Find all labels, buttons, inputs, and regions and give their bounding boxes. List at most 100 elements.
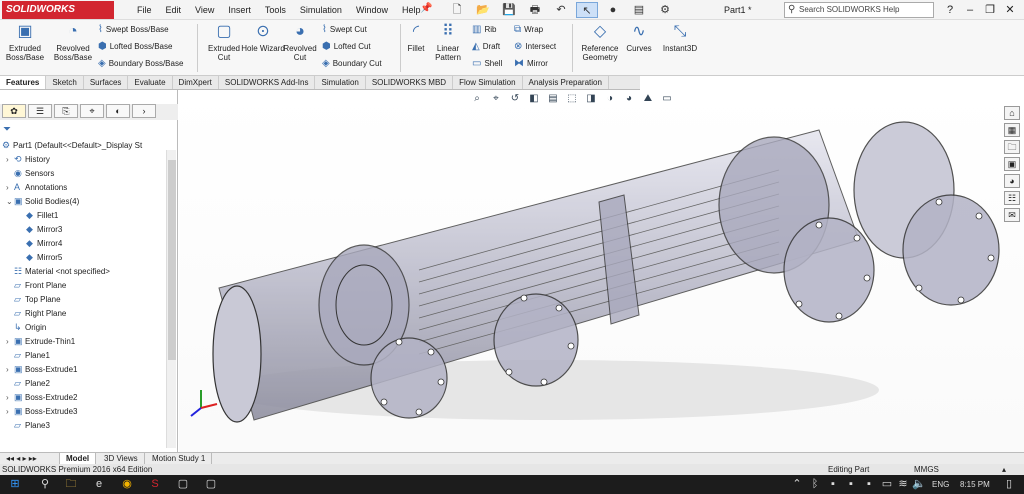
tab-addins[interactable]: SOLIDWORKS Add-Ins (219, 76, 316, 89)
tab-simulation[interactable]: Simulation (315, 76, 366, 89)
lofted-cut-button[interactable]: ⬢ Lofted Cut (322, 40, 371, 54)
menu-window[interactable]: Window (349, 0, 395, 20)
tab-3d-views[interactable]: 3D Views (98, 453, 145, 464)
tab-sketch[interactable]: Sketch (46, 76, 84, 89)
windows-start-icon[interactable]: ⊞ (8, 477, 22, 491)
menu-simulation[interactable]: Simulation (293, 0, 349, 20)
tab-mbd[interactable]: SOLIDWORKS MBD (366, 76, 454, 89)
tree-item[interactable]: ▱ Plane1 (14, 348, 50, 362)
tray-icon[interactable]: ⌃ (790, 477, 804, 491)
tree-item[interactable]: ▱ Front Plane (14, 278, 66, 292)
lofted-boss-button[interactable]: ⬢ Lofted Boss/Base (98, 40, 172, 54)
custom-properties-icon[interactable]: ☷ (1004, 191, 1020, 205)
menu-view[interactable]: View (188, 0, 221, 20)
feature-manager-icon[interactable]: ✿ (2, 104, 26, 118)
tree-item[interactable]: › A Annotations (6, 180, 67, 194)
help-search-input[interactable]: Search SOLIDWORKS Help (784, 2, 934, 18)
tree-item[interactable]: ▱ Plane3 (14, 418, 50, 432)
options-icon[interactable]: ⚙ (654, 2, 676, 18)
tree-item[interactable]: ◉ Sensors (6, 166, 54, 180)
display-manager-icon[interactable]: ◐ (106, 104, 130, 118)
view-orientation-icon[interactable]: ⬚ (565, 93, 579, 104)
tree-item[interactable]: › ▣ Boss-Extrude1 (6, 362, 77, 376)
minimize-icon[interactable]: – (960, 0, 980, 20)
reference-geometry-button[interactable]: ◇ Reference Geometry (576, 22, 624, 62)
app-icon[interactable]: ▢ (176, 477, 190, 491)
tree-item[interactable]: › ⟲ History (6, 152, 50, 166)
app-icon[interactable]: ▢ (204, 477, 218, 491)
tab-dimxpert[interactable]: DimXpert (173, 76, 219, 89)
tree-item[interactable]: ▱ Top Plane (14, 292, 61, 306)
graphics-area[interactable] (179, 90, 1024, 452)
tree-item[interactable]: ◆ Mirror5 (26, 250, 62, 264)
tree-item[interactable]: ↳ Origin (14, 320, 46, 334)
view-settings-icon[interactable]: ▭ (660, 93, 674, 104)
tree-item[interactable]: › ▣ Boss-Extrude3 (6, 404, 77, 418)
traffic-light-icon[interactable]: ● (602, 2, 624, 18)
revolved-cut-button[interactable]: ◕ Revolved Cut (277, 22, 323, 62)
menu-file[interactable]: File (130, 0, 159, 20)
tab-features[interactable]: Features (0, 76, 47, 89)
tree-item[interactable]: ▱ Right Plane (14, 306, 66, 320)
expand-icon[interactable]: ▴ (1002, 464, 1006, 475)
tree-item[interactable]: ▱ Plane2 (14, 376, 50, 390)
volume-icon[interactable]: 🔈 (912, 477, 926, 491)
scrollbar-thumb[interactable] (168, 160, 176, 360)
tray-icon[interactable]: ▪ (826, 477, 840, 491)
tree-root[interactable]: ⚙ Part1 (Default<<Default>_Display St (2, 138, 142, 152)
notification-icon[interactable]: ▯ (1002, 477, 1016, 491)
hide-show-items-icon[interactable]: ◑ (603, 93, 617, 104)
tree-item[interactable]: › ▣ Boss-Extrude2 (6, 390, 77, 404)
chrome-icon[interactable]: ◉ (120, 477, 134, 491)
solidworks-taskbar-icon[interactable]: S (148, 477, 162, 491)
expand-panel-icon[interactable]: › (132, 104, 156, 118)
tab-flow-simulation[interactable]: Flow Simulation (453, 76, 523, 89)
wrap-button[interactable]: ⧉ Wrap (514, 23, 543, 37)
boundary-cut-button[interactable]: ◈ Boundary Cut (322, 57, 382, 71)
curves-button[interactable]: ∿ Curves (622, 22, 656, 53)
section-view-icon[interactable]: ◧ (527, 93, 541, 104)
save-icon[interactable]: 💾 (498, 2, 520, 18)
extruded-boss-button[interactable]: ▣ Extruded Boss/Base (2, 22, 48, 62)
forum-icon[interactable]: ✉ (1004, 208, 1020, 222)
new-icon[interactable]: 🗋 (446, 2, 468, 18)
print-icon[interactable]: 🖶 (524, 2, 546, 18)
appearances-icon[interactable]: ◕ (1004, 174, 1020, 188)
tab-motion-study[interactable]: Motion Study 1 (146, 453, 213, 464)
view-palette-icon[interactable]: ▣ (1004, 157, 1020, 171)
tab-model[interactable]: Model (60, 453, 97, 464)
mirror-button[interactable]: ⧓ Mirror (514, 57, 548, 71)
battery-icon[interactable]: ▭ (880, 477, 894, 491)
boundary-boss-button[interactable]: ◈ Boundary Boss/Base (98, 57, 183, 71)
swept-boss-button[interactable]: ⌇ Swept Boss/Base (98, 23, 169, 37)
tree-item[interactable]: ⌄▣ Solid Bodies(4) (6, 194, 79, 208)
display-style-icon[interactable]: ◨ (584, 93, 598, 104)
fillet-button[interactable]: ◜ Fillet (399, 22, 433, 53)
design-library-icon[interactable]: ▦ (1004, 123, 1020, 137)
edge-icon[interactable]: e (92, 477, 106, 491)
tray-icon[interactable]: ▪ (862, 477, 876, 491)
dynamic-annotation-icon[interactable]: ▤ (546, 93, 560, 104)
language-indicator[interactable]: ENG (932, 475, 949, 494)
units-selector[interactable]: MMGS (914, 464, 939, 475)
wifi-icon[interactable]: ≋ (896, 477, 910, 491)
swept-cut-button[interactable]: ⌇ Swept Cut (322, 23, 367, 37)
file-explorer-icon[interactable]: 🗀 (1004, 140, 1020, 154)
clock[interactable]: 8:15 PM (960, 475, 990, 494)
undo-icon[interactable]: ↶ (550, 2, 572, 18)
apply-scene-icon[interactable]: ⛰ (641, 93, 655, 104)
rebuild-icon[interactable]: ▤ (628, 2, 650, 18)
dimxpert-manager-icon[interactable]: ⌖ (80, 104, 104, 118)
search-icon[interactable]: ⚲ (38, 477, 52, 491)
shell-button[interactable]: ▭ Shell (472, 57, 502, 71)
tree-item[interactable]: ◆ Fillet1 (26, 208, 58, 222)
file-explorer-taskbar-icon[interactable]: 🗀 (64, 477, 78, 491)
select-icon[interactable]: ↖ (576, 2, 598, 18)
menu-tools[interactable]: Tools (258, 0, 293, 20)
tab-analysis-preparation[interactable]: Analysis Preparation (523, 76, 609, 89)
menu-edit[interactable]: Edit (159, 0, 189, 20)
open-icon[interactable]: 📂 (472, 2, 494, 18)
zoom-to-area-icon[interactable]: ⌖ (489, 93, 503, 104)
solidworks-resources-icon[interactable]: ⌂ (1004, 106, 1020, 120)
tree-item[interactable]: ◆ Mirror4 (26, 236, 62, 250)
